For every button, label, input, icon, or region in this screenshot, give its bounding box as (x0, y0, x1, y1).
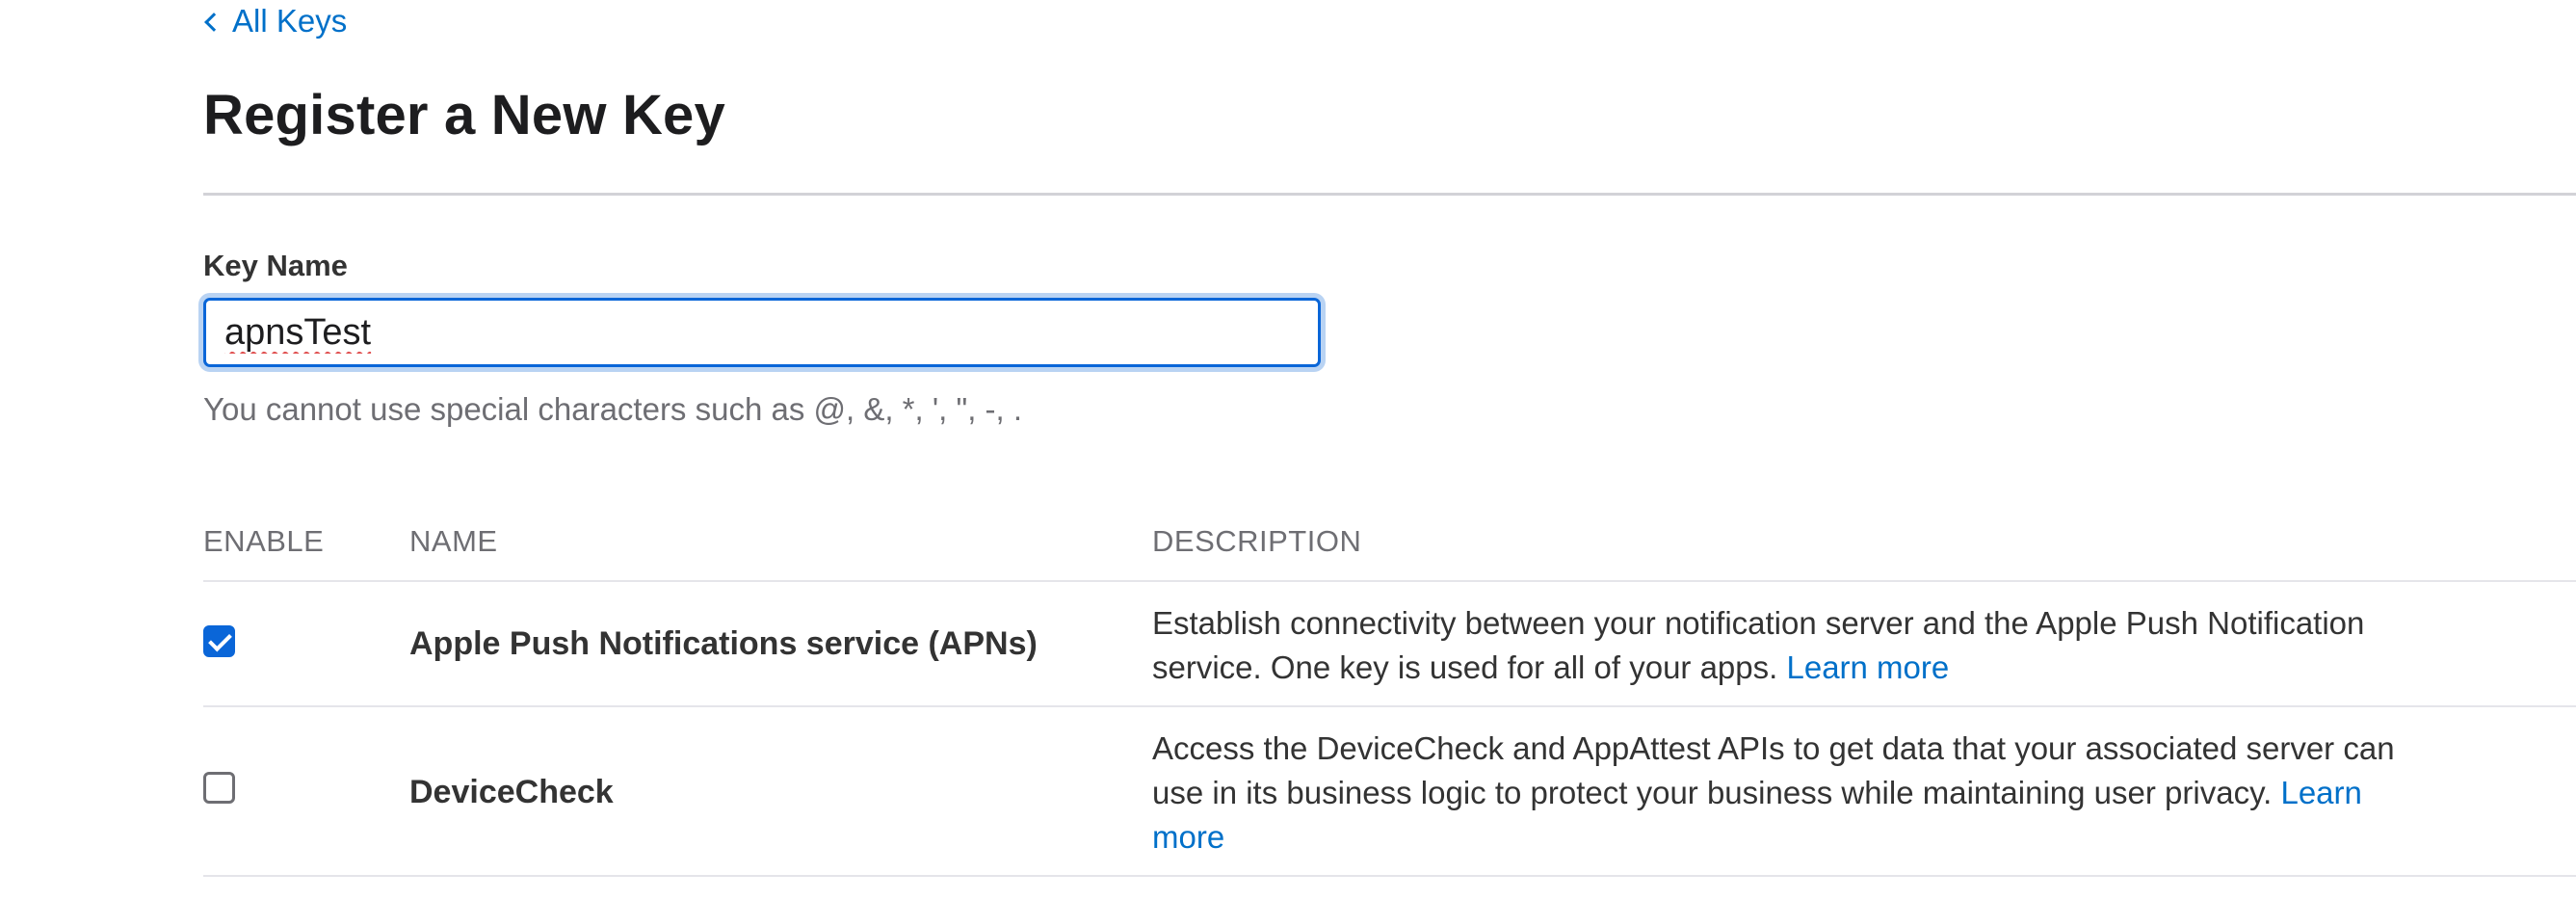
description-text: Establish connectivity between your noti… (1152, 605, 2365, 685)
key-name-helper-text: You cannot use special characters such a… (203, 391, 1023, 427)
capability-name: Apple Push Notifications service (APNs) (409, 625, 1038, 662)
capability-description: Access the DeviceCheck and AppAttest API… (1152, 727, 2395, 860)
learn-more-link[interactable]: Learn more (1786, 649, 1949, 685)
column-header-name: NAME (409, 524, 498, 558)
enable-checkbox-devicecheck[interactable] (203, 772, 235, 804)
capability-name: DeviceCheck (409, 774, 614, 810)
key-name-input[interactable] (203, 298, 1321, 367)
header-divider (203, 580, 2576, 582)
capability-description: Establish connectivity between your noti… (1152, 601, 2395, 690)
key-name-label: Key Name (203, 249, 348, 282)
title-divider (203, 193, 2576, 196)
all-keys-back-link[interactable]: All Keys (203, 2, 347, 40)
column-header-enable: ENABLE (203, 524, 325, 558)
column-header-description: DESCRIPTION (1152, 524, 1362, 558)
description-text: Access the DeviceCheck and AppAttest API… (1152, 730, 2395, 810)
row-divider (203, 875, 2576, 877)
register-key-page: All Keys Register a New Key Key Name You… (203, 0, 2576, 900)
back-link-label: All Keys (232, 3, 348, 39)
enable-checkbox-apns[interactable] (203, 625, 235, 657)
row-divider (203, 705, 2576, 707)
chevron-left-icon (204, 13, 223, 32)
page-title: Register a New Key (203, 84, 725, 146)
